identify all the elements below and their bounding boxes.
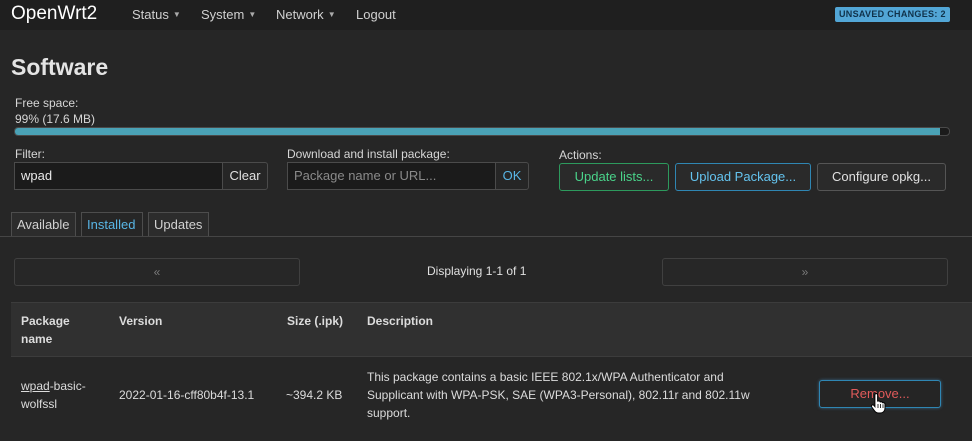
page-title: Software (11, 54, 109, 80)
prev-page-button[interactable]: « (14, 258, 300, 286)
next-page-button[interactable]: » (662, 258, 948, 286)
pager-status: Displaying 1-1 of 1 (427, 264, 527, 278)
nav-status[interactable]: Status ▼ (132, 7, 181, 22)
nav-system[interactable]: System ▼ (201, 7, 256, 22)
filter-label: Filter: (15, 147, 45, 161)
free-space-progress-fill (15, 128, 940, 135)
download-label: Download and install package: (287, 147, 450, 161)
free-space-value: 99% (17.6 MB) (15, 112, 96, 126)
brand-title[interactable]: OpenWrt2 (11, 3, 97, 25)
package-name-link[interactable]: wpad (21, 379, 50, 393)
package-size: ~394.2 KB (286, 388, 343, 402)
install-ok-button[interactable]: OK (495, 162, 529, 190)
col-header-package-name: Package name (21, 312, 70, 348)
nav-network[interactable]: Network ▼ (276, 7, 336, 22)
col-header-version: Version (119, 314, 163, 328)
tab-updates[interactable]: Updates (148, 212, 209, 237)
nav-logout[interactable]: Logout (356, 7, 396, 22)
package-name-cell: wpad-basic- wolfssl (21, 377, 86, 413)
filter-input[interactable]: wpad (14, 162, 223, 190)
tab-installed[interactable]: Installed (81, 212, 143, 237)
nav-status-label: Status (132, 7, 169, 22)
package-description: This package contains a basic IEEE 802.1… (367, 368, 750, 422)
chevron-down-icon: ▼ (172, 10, 181, 19)
update-lists-button[interactable]: Update lists... (559, 163, 669, 191)
description-line2: Supplicant with WPA-PSK, SAE (WPA3-Perso… (367, 388, 750, 402)
description-line3: support. (367, 406, 411, 420)
package-url-input[interactable]: Package name or URL... (287, 162, 496, 190)
col-header-description: Description (367, 314, 434, 328)
col-header-package-line1: Package (21, 314, 70, 328)
tab-available[interactable]: Available (11, 212, 76, 237)
free-space-label: Free space: (15, 96, 79, 110)
col-header-size: Size (.ipk) (287, 314, 344, 328)
chevron-down-icon: ▼ (327, 10, 336, 19)
top-navbar: OpenWrt2 Status ▼ System ▼ Network ▼ Logout… (0, 0, 972, 30)
tab-divider (0, 236, 972, 237)
nav-system-label: System (201, 7, 245, 22)
package-version: 2022-01-16-cff80b4f-13.1 (119, 388, 255, 402)
free-space-progress (14, 127, 950, 136)
actions-label: Actions: (559, 148, 602, 162)
unsaved-changes-badge[interactable]: UNSAVED CHANGES: 2 (835, 7, 950, 22)
upload-package-button[interactable]: Upload Package... (675, 163, 811, 191)
hand-cursor-icon (870, 393, 886, 414)
chevron-down-icon: ▼ (248, 10, 257, 19)
col-header-package-line2: name (21, 332, 53, 346)
description-line1: This package contains a basic IEEE 802.1… (367, 370, 724, 384)
package-name-rest: -basic- (49, 379, 86, 393)
clear-filter-button[interactable]: Clear (222, 162, 268, 190)
package-name-line2: wolfssl (21, 397, 58, 411)
configure-opkg-button[interactable]: Configure opkg... (817, 163, 946, 191)
nav-network-label: Network (276, 7, 324, 22)
